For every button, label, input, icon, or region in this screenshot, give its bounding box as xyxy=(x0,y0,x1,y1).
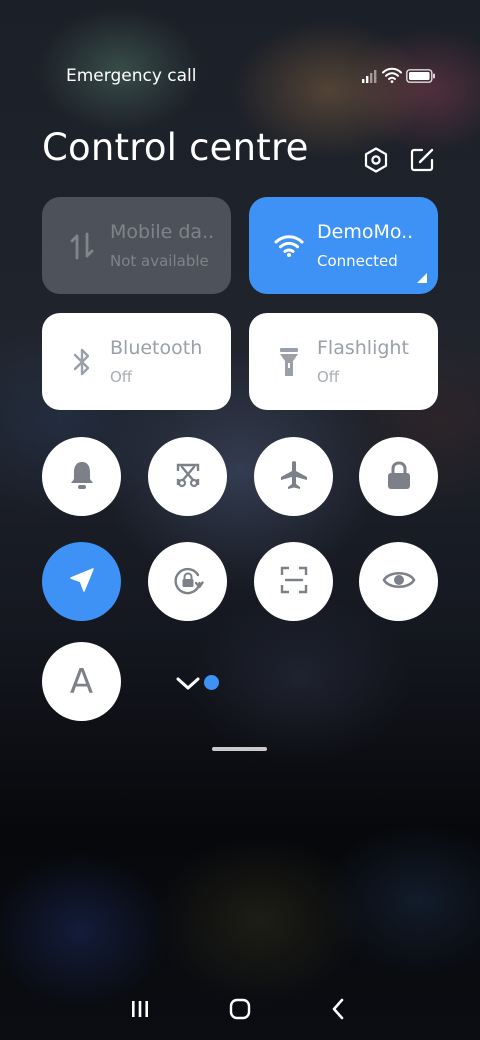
signal-icon xyxy=(362,68,378,87)
toggle-airplane[interactable] xyxy=(254,437,333,516)
tile-bluetooth-label: Bluetooth xyxy=(110,337,203,359)
toggle-reading-mode[interactable] xyxy=(359,542,438,621)
tile-bluetooth[interactable]: Bluetooth Off xyxy=(42,313,231,410)
status-carrier-text: Emergency call xyxy=(66,66,197,86)
wifi-status-icon xyxy=(382,67,402,87)
recents-button[interactable] xyxy=(120,991,160,1031)
flashlight-icon xyxy=(273,346,305,378)
tile-wifi-label: DemoMo.. xyxy=(317,221,414,243)
wifi-icon xyxy=(273,230,305,262)
expand-corner-indicator[interactable] xyxy=(417,273,427,283)
font-size-icon: A xyxy=(69,661,94,702)
eye-icon xyxy=(382,568,416,596)
page-title: Control centre xyxy=(42,126,309,169)
toggle-screenshot[interactable] xyxy=(148,437,227,516)
airplane-icon xyxy=(278,459,310,495)
expand-toggles[interactable] xyxy=(174,670,224,698)
tile-flashlight[interactable]: Flashlight Off xyxy=(249,313,438,410)
tile-flashlight-status: Off xyxy=(317,368,340,386)
page-indicator-dot xyxy=(204,675,219,690)
edit-icon[interactable] xyxy=(406,144,438,176)
screenshot-icon xyxy=(172,459,204,495)
toggle-location[interactable] xyxy=(42,542,121,621)
toggle-rotation-lock[interactable] xyxy=(148,542,227,621)
recents-icon xyxy=(130,1000,150,1022)
home-icon xyxy=(229,998,251,1024)
status-icons xyxy=(362,66,436,86)
tile-mobile-data-status: Not available xyxy=(110,252,209,270)
toggle-lock-screen[interactable] xyxy=(359,437,438,516)
tile-mobile-data[interactable]: Mobile da.. Not available xyxy=(42,197,231,294)
chevron-down-icon xyxy=(176,676,200,695)
toggle-silent[interactable] xyxy=(42,437,121,516)
settings-hexagon-icon[interactable] xyxy=(360,144,392,176)
back-button[interactable] xyxy=(318,991,358,1031)
tile-mobile-data-label: Mobile da.. xyxy=(110,221,215,243)
tile-wifi-status: Connected xyxy=(317,252,398,270)
toggle-scanner[interactable] xyxy=(254,542,333,621)
tile-bluetooth-status: Off xyxy=(110,368,133,386)
tile-wifi[interactable]: DemoMo.. Connected xyxy=(249,197,438,294)
battery-icon xyxy=(406,68,436,87)
mobile-data-icon xyxy=(66,230,98,262)
location-icon xyxy=(68,566,96,598)
drag-handle[interactable] xyxy=(212,747,267,751)
tile-flashlight-label: Flashlight xyxy=(317,337,409,359)
home-button[interactable] xyxy=(220,991,260,1031)
back-icon xyxy=(330,998,346,1024)
toggle-font-size[interactable]: A xyxy=(42,642,121,721)
bluetooth-icon xyxy=(66,346,98,378)
bell-icon xyxy=(67,459,97,495)
scan-icon xyxy=(278,564,310,600)
lock-icon xyxy=(385,459,413,495)
rotation-lock-icon xyxy=(171,563,205,601)
